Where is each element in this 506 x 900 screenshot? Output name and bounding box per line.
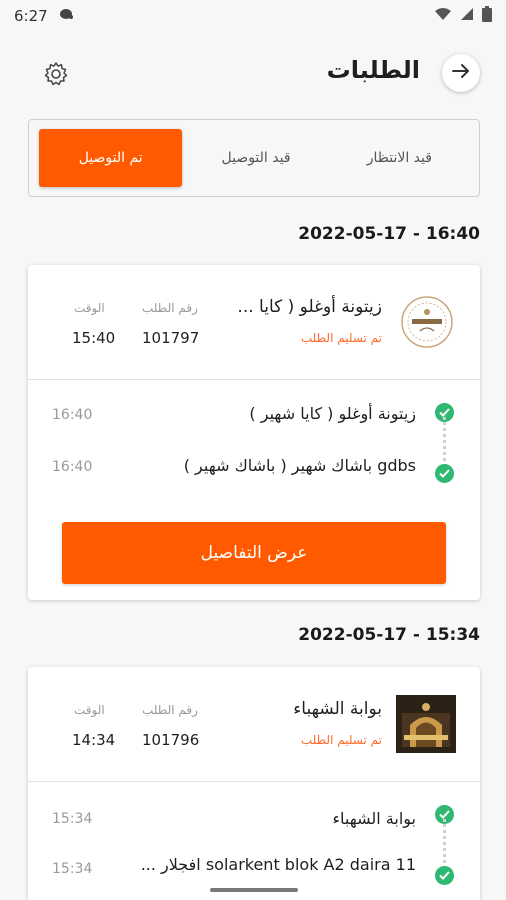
header: الطلبات [0,50,506,100]
order-time: 14:34 [72,731,116,749]
order-route: زيتونة أوغلو ( كايا شهير ) 16:40 gdbs با… [28,380,480,490]
route-dotted-line [443,819,446,863]
store-name: زيتونة أوغلو ( كايا ... [237,297,382,317]
order-date-heading: 2022-05-17 - 15:34 [298,625,480,645]
order-status: تم تسليم الطلب [300,733,382,747]
check-icon [435,464,454,483]
view-details-button[interactable]: عرض التفاصيل [62,522,446,584]
pickup-address: زيتونة أوغلو ( كايا شهير ) [249,404,416,423]
dropoff-address: gdbs باشاك شهير ( باشاك شهير ) [183,456,416,475]
order-time: 15:40 [72,329,116,347]
order-card: زيتونة أوغلو ( كايا ... تم تسليم الطلب ر… [28,265,480,600]
status-bar: 6:27 [0,0,506,32]
time-label: الوقت [74,703,105,717]
arrow-right-icon [451,63,471,83]
dropoff-address: solarkent blok A2 daira 11 افجلار ... [140,855,416,874]
order-card: بوابة الشهباء تم تسليم الطلب رقم الطلب 1… [28,667,480,900]
order-status: تم تسليم الطلب [300,331,382,345]
order-number-label: رقم الطلب [142,703,198,717]
order-number: 101797 [142,329,200,347]
check-icon [435,866,454,885]
wifi-icon [434,7,452,25]
pickup-address: بوابة الشهباء [332,809,416,828]
home-indicator[interactable] [210,888,298,892]
store-logo [396,695,456,753]
tab-in-delivery[interactable]: قيد التوصيل [184,129,327,187]
pickup-time: 15:34 [52,811,93,827]
battery-icon [482,6,492,26]
dropoff-time: 16:40 [52,459,93,475]
order-date-heading: 2022-05-17 - 16:40 [298,224,480,244]
clock: 6:27 [14,7,48,25]
route-dotted-line [443,417,446,461]
order-number-label: رقم الطلب [142,301,198,315]
signal-icon [460,7,474,25]
tab-delivered[interactable]: تم التوصيل [39,129,183,187]
order-route: بوابة الشهباء 15:34 solarkent blok A2 da… [28,782,480,892]
notification-icon [58,7,74,25]
tab-pending[interactable]: قيد الانتظار [328,129,471,187]
store-name: بوابة الشهباء [293,699,382,719]
pickup-time: 16:40 [52,407,93,423]
page-title: الطلبات [326,56,420,84]
back-button[interactable] [442,54,480,92]
gear-icon [42,62,70,92]
store-logo [400,295,454,349]
order-number: 101796 [142,731,200,749]
settings-button[interactable] [42,60,70,88]
dropoff-time: 15:34 [52,861,93,877]
time-label: الوقت [74,301,105,315]
order-status-tabs: قيد الانتظار قيد التوصيل تم التوصيل [28,119,480,197]
